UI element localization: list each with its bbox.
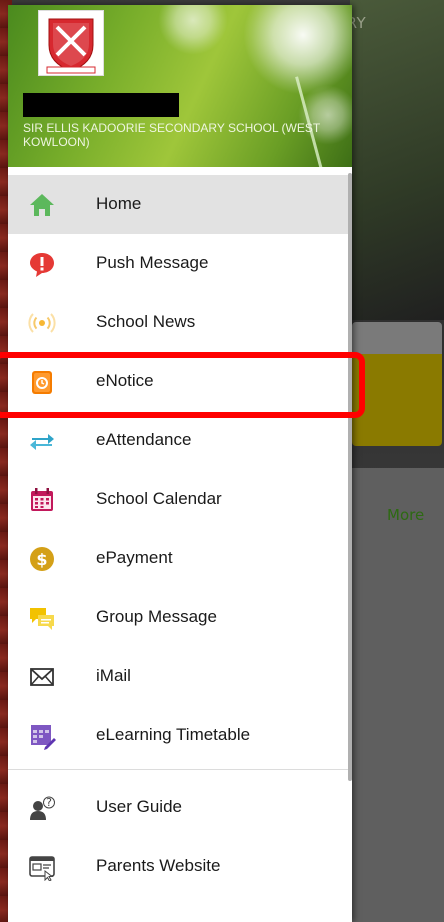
menu-item-elearning-timetable[interactable]: eLearning Timetable [8, 706, 352, 765]
menu-label: Group Message [96, 607, 217, 626]
menu-item-imail[interactable]: iMail [8, 647, 352, 706]
menu-item-school-calendar[interactable]: School Calendar [8, 470, 352, 529]
calendar-icon [28, 486, 56, 514]
chat-bubbles-icon [28, 604, 56, 632]
menu-label: iMail [96, 666, 131, 685]
background-card [352, 354, 442, 446]
menu-item-home[interactable]: Home [8, 175, 352, 234]
menu-item-push-message[interactable]: Push Message [8, 234, 352, 293]
home-icon [28, 191, 56, 219]
navigation-drawer: SIR ELLIS KADOORIE SECONDARY SCHOOL (WES… [8, 5, 352, 922]
menu-item-group-message[interactable]: Group Message [8, 588, 352, 647]
redacted-username [23, 93, 179, 117]
main-menu: Home Push Message School News eNotice eA… [8, 175, 352, 765]
menu-label: eAttendance [96, 430, 192, 449]
more-link[interactable]: More [387, 506, 424, 524]
timetable-icon [28, 722, 56, 750]
menu-item-parents-website[interactable]: Parents Website [8, 837, 352, 896]
background-card-header [352, 322, 442, 354]
menu-item-school-news[interactable]: School News [8, 293, 352, 352]
website-icon [28, 853, 56, 881]
menu-label: eLearning Timetable [96, 725, 251, 744]
drawer-scrollbar[interactable] [348, 173, 352, 781]
menu-divider [8, 769, 352, 770]
school-name: SIR ELLIS KADOORIE SECONDARY SCHOOL (WES… [23, 121, 320, 149]
secondary-menu: ? User Guide Parents Website [8, 778, 352, 896]
menu-label: School Calendar [96, 489, 222, 508]
menu-label: User Guide [96, 797, 182, 816]
menu-label: Push Message [96, 253, 209, 272]
menu-item-epayment[interactable]: $ ePayment [8, 529, 352, 588]
background-content [352, 468, 444, 922]
menu-item-eattendance[interactable]: eAttendance [8, 411, 352, 470]
menu-label: School News [96, 312, 196, 331]
drawer-header: SIR ELLIS KADOORIE SECONDARY SCHOOL (WES… [8, 5, 352, 167]
dandelion-decoration [158, 5, 228, 55]
swap-arrows-icon [28, 427, 56, 455]
dollar-icon: $ [28, 545, 56, 573]
menu-label: Home [96, 194, 142, 213]
background-header [350, 0, 444, 320]
school-logo [38, 10, 104, 76]
svg-text:$: $ [36, 550, 47, 569]
menu-label: Parents Website [96, 856, 221, 875]
user-help-icon: ? [28, 794, 56, 822]
menu-item-user-guide[interactable]: ? User Guide [8, 778, 352, 837]
broadcast-icon [28, 309, 56, 337]
enotice-highlight-box [0, 352, 365, 418]
mail-icon [28, 663, 56, 691]
menu-label: ePayment [96, 548, 173, 567]
push-message-icon [28, 250, 56, 278]
